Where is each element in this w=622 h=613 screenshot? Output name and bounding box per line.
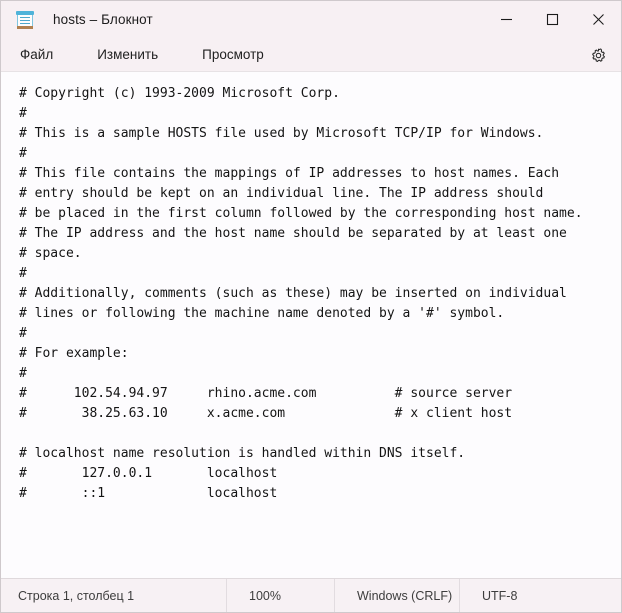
status-zoom-level[interactable]: 100% xyxy=(226,579,334,612)
notepad-icon xyxy=(16,10,34,29)
menu-item-file[interactable]: Файл xyxy=(12,43,61,66)
maximize-button[interactable] xyxy=(529,1,575,38)
editor-text[interactable]: # Copyright (c) 1993-2009 Microsoft Corp… xyxy=(1,72,621,504)
status-line-ending[interactable]: Windows (CRLF) xyxy=(334,579,459,612)
editor-area[interactable]: # Copyright (c) 1993-2009 Microsoft Corp… xyxy=(1,71,621,578)
window-title: hosts – Блокнот xyxy=(53,12,153,27)
status-cursor-position: Строка 1, столбец 1 xyxy=(18,588,135,603)
close-button[interactable] xyxy=(575,1,621,38)
menu-bar: Файл Изменить Просмотр xyxy=(1,38,621,71)
notepad-window: hosts – Блокнот Файл Изменить Просмотр #… xyxy=(0,0,622,613)
gear-icon[interactable] xyxy=(585,42,611,68)
menu-item-view[interactable]: Просмотр xyxy=(194,43,272,66)
menu-item-edit[interactable]: Изменить xyxy=(89,43,166,66)
window-controls xyxy=(483,1,621,38)
title-bar[interactable]: hosts – Блокнот xyxy=(1,1,621,38)
minimize-button[interactable] xyxy=(483,1,529,38)
status-bar: Строка 1, столбец 1 100% Windows (CRLF) … xyxy=(1,578,621,612)
status-encoding[interactable]: UTF-8 xyxy=(459,579,517,612)
